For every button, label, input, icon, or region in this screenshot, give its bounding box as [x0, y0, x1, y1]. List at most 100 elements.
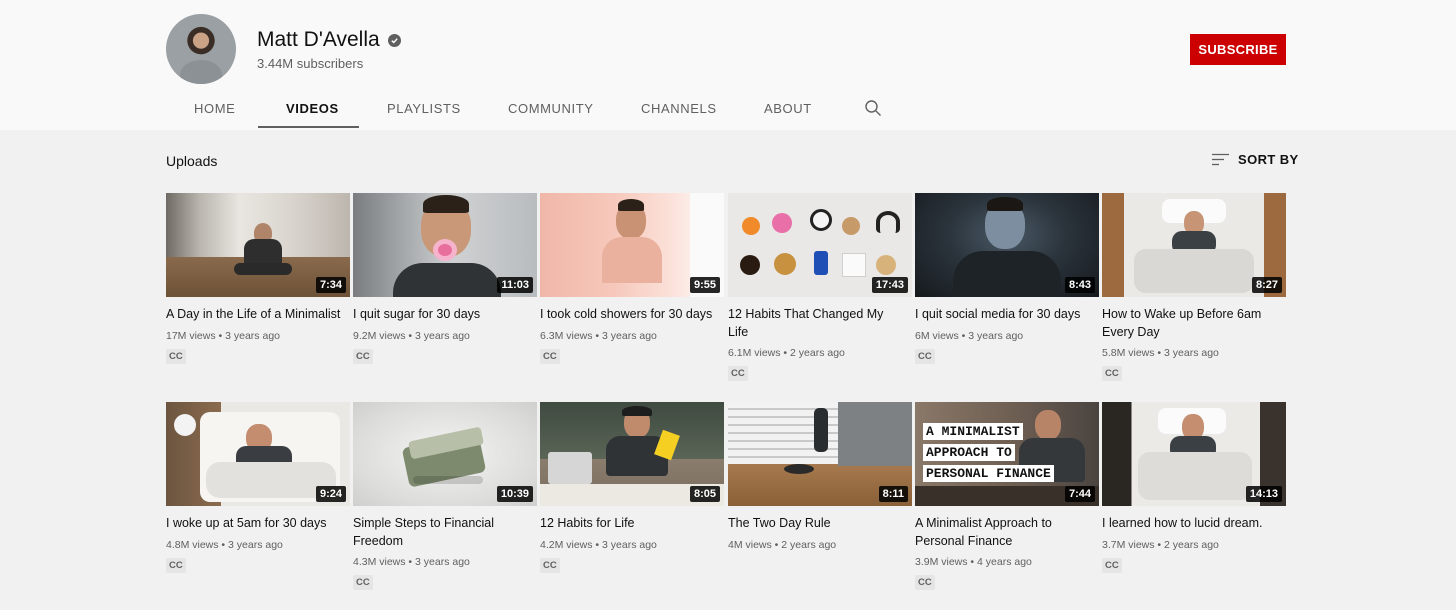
video-duration: 8:11 [878, 486, 908, 502]
overlay-line: PERSONAL FINANCE [923, 465, 1054, 482]
video-thumbnail[interactable]: A MINIMALIST APPROACH TO PERSONAL FINANC… [915, 402, 1099, 506]
channel-avatar[interactable] [166, 14, 236, 84]
video-thumbnail[interactable]: 8:05 [540, 402, 724, 506]
section-title: Uploads [166, 153, 218, 169]
tab-channels[interactable]: CHANNELS [641, 101, 717, 116]
video-card[interactable]: 8:11 The Two Day Rule 4M views • 2 years… [728, 402, 912, 551]
video-thumbnail[interactable]: 7:34 [166, 193, 350, 297]
video-thumbnail[interactable]: 14:13 [1102, 402, 1286, 506]
video-title[interactable]: A Day in the Life of a Minimalist [166, 306, 350, 324]
cc-badge: CC [1102, 557, 1122, 573]
video-title[interactable]: How to Wake up Before 6am Every Day [1102, 306, 1286, 341]
cc-badge: CC [166, 348, 186, 364]
cc-badge: CC [540, 348, 560, 364]
upload-age: 3 years ago [1164, 347, 1219, 359]
video-title[interactable]: 12 Habits for Life [540, 515, 724, 533]
video-duration: 8:43 [1064, 277, 1095, 293]
overlay-line: A MINIMALIST [923, 423, 1023, 440]
video-card[interactable]: 11:03 I quit sugar for 30 days 9.2M view… [353, 193, 537, 364]
video-thumbnail[interactable]: 9:24 [166, 402, 350, 506]
verified-icon [387, 33, 401, 47]
cc-badge: CC [1102, 366, 1122, 381]
cc-badge: CC [915, 575, 935, 590]
video-meta: 9.2M views • 3 years ago [353, 329, 470, 342]
tab-playlists[interactable]: PLAYLISTS [387, 101, 461, 116]
video-card[interactable]: 8:05 12 Habits for Life 4.2M views • 3 y… [540, 402, 724, 573]
video-title[interactable]: Simple Steps to Financial Freedom [353, 515, 537, 550]
cc-badge: CC [540, 557, 560, 573]
view-count: 6M views [915, 329, 959, 342]
view-count: 3.7M views [1102, 538, 1155, 551]
tab-videos[interactable]: VIDEOS [286, 101, 339, 116]
cc-badge: CC [353, 575, 373, 590]
video-meta: 4.8M views • 3 years ago [166, 538, 283, 551]
channel-name[interactable]: Matt D'Avella [257, 28, 380, 52]
video-thumbnail[interactable]: 8:43 [915, 193, 1099, 297]
video-duration: 9:55 [689, 277, 720, 293]
video-card[interactable]: 9:55 I took cold showers for 30 days 6.3… [540, 193, 724, 364]
video-title[interactable]: I took cold showers for 30 days [540, 306, 724, 324]
view-count: 4.2M views [540, 538, 593, 551]
video-card[interactable]: 8:43 I quit social media for 30 days 6M … [915, 193, 1099, 364]
video-meta: 4.3M views • 3 years ago [353, 556, 470, 568]
upload-age: 2 years ago [781, 538, 837, 551]
upload-age: 3 years ago [415, 329, 470, 342]
thumbnail-overlay-text: A MINIMALIST APPROACH TO PERSONAL FINANC… [923, 422, 1054, 485]
video-meta: 17M views • 3 years ago [166, 329, 280, 342]
video-duration: 7:44 [1064, 486, 1095, 502]
video-duration: 7:34 [315, 277, 346, 293]
overlay-line: APPROACH TO [923, 444, 1015, 461]
video-duration: 14:13 [1245, 486, 1282, 502]
tab-about[interactable]: ABOUT [764, 101, 812, 116]
cc-badge: CC [915, 348, 935, 364]
search-icon[interactable] [864, 99, 882, 117]
upload-age: 3 years ago [602, 329, 657, 342]
video-card[interactable]: 9:24 I woke up at 5am for 30 days 4.8M v… [166, 402, 350, 573]
video-meta: 4.2M views • 3 years ago [540, 538, 657, 551]
sort-icon [1212, 153, 1229, 165]
video-thumbnail[interactable]: 8:11 [728, 402, 912, 506]
tab-home[interactable]: HOME [194, 101, 235, 116]
video-duration: 8:05 [689, 486, 720, 502]
video-title[interactable]: I woke up at 5am for 30 days [166, 515, 350, 533]
video-meta: 3.9M views • 4 years ago [915, 556, 1032, 568]
upload-age: 2 years ago [790, 347, 845, 359]
video-duration: 8:27 [1251, 277, 1282, 293]
cc-badge: CC [728, 366, 748, 381]
view-count: 6.1M views [728, 347, 781, 359]
video-card[interactable]: 17:43 12 Habits That Changed My Life 6.1… [728, 193, 912, 381]
view-count: 4.8M views [166, 538, 219, 551]
video-card[interactable]: 10:39 Simple Steps to Financial Freedom … [353, 402, 537, 590]
upload-age: 3 years ago [602, 538, 657, 551]
video-thumbnail[interactable]: 10:39 [353, 402, 537, 506]
video-thumbnail[interactable]: 8:27 [1102, 193, 1286, 297]
subscribe-button[interactable]: SUBSCRIBE [1190, 34, 1286, 65]
view-count: 9.2M views [353, 329, 406, 342]
video-thumbnail[interactable]: 17:43 [728, 193, 912, 297]
video-title[interactable]: I quit sugar for 30 days [353, 306, 537, 324]
video-meta: 5.8M views • 3 years ago [1102, 347, 1219, 359]
video-thumbnail[interactable]: 11:03 [353, 193, 537, 297]
video-meta: 6.1M views • 2 years ago [728, 347, 845, 359]
sort-by-button[interactable]: SORT BY [1212, 152, 1299, 167]
video-card[interactable]: 8:27 How to Wake up Before 6am Every Day… [1102, 193, 1286, 381]
video-title[interactable]: I quit social media for 30 days [915, 306, 1099, 324]
sort-by-label: SORT BY [1238, 152, 1299, 167]
view-count: 6.3M views [540, 329, 593, 342]
active-tab-indicator [258, 126, 359, 128]
video-thumbnail[interactable]: 9:55 [540, 193, 724, 297]
video-title[interactable]: The Two Day Rule [728, 515, 912, 533]
video-title[interactable]: 12 Habits That Changed My Life [728, 306, 912, 341]
video-title[interactable]: A Minimalist Approach to Personal Financ… [915, 515, 1099, 550]
video-duration: 17:43 [871, 277, 908, 293]
tab-community[interactable]: COMMUNITY [508, 101, 594, 116]
view-count: 3.9M views [915, 556, 968, 568]
video-card[interactable]: 7:34 A Day in the Life of a Minimalist 1… [166, 193, 350, 364]
video-card[interactable]: 14:13 I learned how to lucid dream. 3.7M… [1102, 402, 1286, 573]
video-duration: 9:24 [315, 486, 346, 502]
upload-age: 3 years ago [968, 329, 1024, 342]
cc-badge: CC [353, 348, 373, 364]
video-title[interactable]: I learned how to lucid dream. [1102, 515, 1286, 533]
video-card[interactable]: A MINIMALIST APPROACH TO PERSONAL FINANC… [915, 402, 1099, 590]
video-duration: 10:39 [496, 486, 533, 502]
